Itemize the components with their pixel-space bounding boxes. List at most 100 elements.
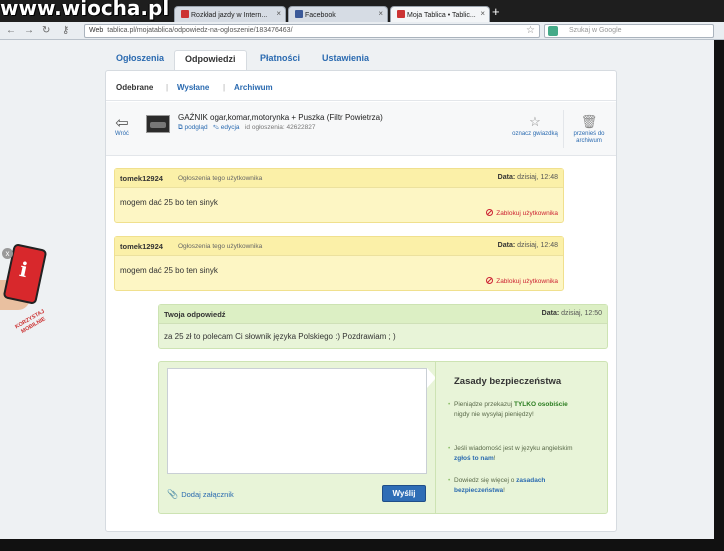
subtab-odebrane[interactable]: Odebrane: [116, 83, 153, 92]
send-button[interactable]: Wyślij: [382, 485, 426, 502]
archive-label: przenieś do archiwum: [573, 131, 605, 144]
tab-platnosci[interactable]: Płatności: [250, 50, 310, 70]
trash-icon: 🗑: [580, 114, 598, 129]
close-icon[interactable]: x: [2, 248, 13, 259]
safety-rules: Zasady bezpieczeństwa • Pieniądze przekaz…: [435, 362, 607, 513]
message-author[interactable]: tomek12924: [120, 242, 163, 251]
close-icon[interactable]: ×: [378, 9, 383, 18]
separator: |: [223, 83, 226, 92]
rule-text: Jeśli wiadomość jest w języku angielskim: [454, 445, 573, 452]
separator: |: [166, 83, 169, 92]
ad-thumbnail[interactable]: [146, 115, 170, 133]
ad-title[interactable]: GAŹNIK ogar,komar,motorynka + Puszka (Fi…: [178, 113, 383, 122]
date-value: dzisiaj, 12:48: [517, 174, 558, 181]
reply-form: 📎 Dodaj załącznik Wyślij Zasady bezpiecze…: [158, 361, 608, 514]
watermark: www.wiocha.pl: [0, 0, 170, 20]
back-link[interactable]: ⇦ Wróć: [112, 115, 132, 138]
browser-tab-rozklad[interactable]: Rozkład jazdy w Intern... ×: [174, 6, 286, 22]
url-input[interactable]: Web tablica.pl/mojatablica/odpowiedz-na-o…: [84, 24, 540, 38]
close-icon[interactable]: ×: [276, 9, 281, 18]
date-label: Data:: [497, 174, 516, 181]
date-label: Data:: [541, 310, 560, 317]
window-edge: [714, 40, 724, 551]
mobile-promo-text[interactable]: KORZYSTAJ MOBILNIE: [13, 308, 51, 338]
add-attachment-link[interactable]: 📎 Dodaj załącznik: [167, 489, 234, 500]
star-button[interactable]: ☆ oznacz gwiazdką: [510, 115, 560, 138]
message-text: mogem dać 25 bo ten sinyk: [120, 266, 218, 275]
rule-text: !: [493, 455, 496, 462]
browser-tab-tablica[interactable]: Moja Tablica • Tablic... ×: [390, 6, 490, 22]
new-tab-button[interactable]: +: [492, 4, 500, 19]
message-outgoing: Twoja odpowiedź Data: dzisiaj, 12:50 za …: [158, 304, 608, 349]
edit-label: edycja: [220, 124, 240, 131]
message-date: Data: dzisiaj, 12:50: [542, 310, 602, 317]
tab-ustawienia[interactable]: Ustawienia: [312, 50, 379, 70]
url-prefix: Web: [89, 27, 104, 34]
favicon-icon: [397, 10, 405, 18]
info-icon: i: [17, 257, 30, 283]
message-incoming: tomek12924 Ogłoszenia tego użytkownika D…: [114, 168, 564, 223]
star-icon: ☆: [529, 114, 541, 129]
subtab-archiwum[interactable]: Archiwum: [234, 83, 273, 92]
bullet: •: [448, 477, 451, 484]
google-search-input[interactable]: Szukaj w Google: [544, 24, 714, 38]
subtabs: Odebrane | Wysłane | Archiwum: [106, 71, 616, 101]
ad-meta: ⧉ podgląd ✎ edycja id ogłoszenia: 426228…: [178, 124, 315, 132]
browser-tab-facebook[interactable]: Facebook ×: [288, 6, 388, 22]
favicon-icon: [181, 10, 189, 18]
subtab-wyslane[interactable]: Wysłane: [177, 83, 209, 92]
message-author: Twoja odpowiedź: [164, 310, 226, 319]
block-label: Zablokuj użytkownika: [496, 278, 558, 285]
rule-text: Pieniądze przekazuj: [454, 401, 514, 408]
preview-link[interactable]: ⧉ podgląd: [178, 124, 208, 131]
tab-label: Facebook: [305, 12, 336, 19]
date-value: dzisiaj, 12:50: [561, 310, 602, 317]
message-header: Twoja odpowiedź Data: dzisiaj, 12:50: [159, 305, 607, 324]
key-icon: ⚷: [62, 25, 70, 36]
user-ads-link[interactable]: Ogłoszenia tego użytkownika: [178, 243, 262, 250]
date-value: dzisiaj, 12:48: [517, 242, 558, 249]
close-icon[interactable]: ×: [480, 9, 485, 18]
message-date: Data: dzisiaj, 12:48: [498, 174, 558, 181]
message-text: mogem dać 25 bo ten sinyk: [120, 198, 218, 207]
bullet: •: [448, 401, 451, 408]
address-bar: ← → ↻ ⚷ Web tablica.pl/mojatablica/odpowi…: [0, 22, 724, 40]
rule-text: !: [503, 487, 505, 494]
reload-icon[interactable]: ↻: [42, 25, 50, 36]
google-icon: [548, 26, 558, 36]
ad-summary: ⇦ Wróć GAŹNIK ogar,komar,motorynka + Pus…: [106, 102, 616, 156]
forward-arrow-icon[interactable]: →: [24, 25, 34, 36]
block-user-link[interactable]: Zablokuj użytkownika: [486, 277, 558, 285]
star-label: oznacz gwiazdką: [512, 131, 558, 137]
attach-label: Dodaj załącznik: [181, 490, 234, 499]
bookmark-star-icon[interactable]: ☆: [526, 25, 535, 36]
tab-label: Moja Tablica • Tablic...: [407, 12, 476, 19]
message-header: tomek12924 Ogłoszenia tego użytkownika D…: [115, 169, 563, 188]
report-link[interactable]: zgłoś to nam: [454, 455, 494, 462]
edit-link[interactable]: ✎ edycja: [213, 124, 240, 131]
block-user-link[interactable]: Zablokuj użytkownika: [486, 209, 558, 217]
archive-button[interactable]: 🗑 przenieś do archiwum: [564, 115, 614, 145]
rule-item: • Jeśli wiadomość jest w języku angielski…: [448, 444, 584, 464]
rule-text: Dowiedz się więcej o: [454, 477, 517, 484]
message-author[interactable]: tomek12924: [120, 174, 163, 183]
tab-odpowiedzi[interactable]: Odpowiedzi: [174, 50, 247, 70]
tab-ogloszenia[interactable]: Ogłoszenia: [106, 50, 174, 70]
paperclip-icon: 📎: [167, 489, 179, 499]
date-label: Data:: [497, 242, 516, 249]
block-icon: [486, 209, 494, 216]
reply-textarea[interactable]: [167, 368, 427, 474]
back-arrow-icon: ⇦: [115, 115, 129, 132]
back-label: Wróć: [115, 131, 129, 137]
window-edge: [0, 539, 724, 551]
rule-text: nigdy nie wysyłaj pieniędzy!: [454, 411, 534, 418]
search-placeholder: Szukaj w Google: [569, 27, 622, 34]
rule-highlight: TYLKO osobiście: [513, 401, 568, 408]
browser-tabbar: www.wiocha.pl Rozkład jazdy w Intern... ×…: [0, 0, 724, 22]
user-ads-link[interactable]: Ogłoszenia tego użytkownika: [178, 175, 262, 182]
rule-item: • Pieniądze przekazuj TYLKO osobiście nig…: [448, 400, 584, 420]
message-date: Data: dzisiaj, 12:48: [498, 242, 558, 249]
back-arrow-icon[interactable]: ←: [6, 25, 16, 36]
rule-item: • Dowiedz się więcej o zasadach bezpiecze…: [448, 476, 584, 496]
message-header: tomek12924 Ogłoszenia tego użytkownika D…: [115, 237, 563, 256]
